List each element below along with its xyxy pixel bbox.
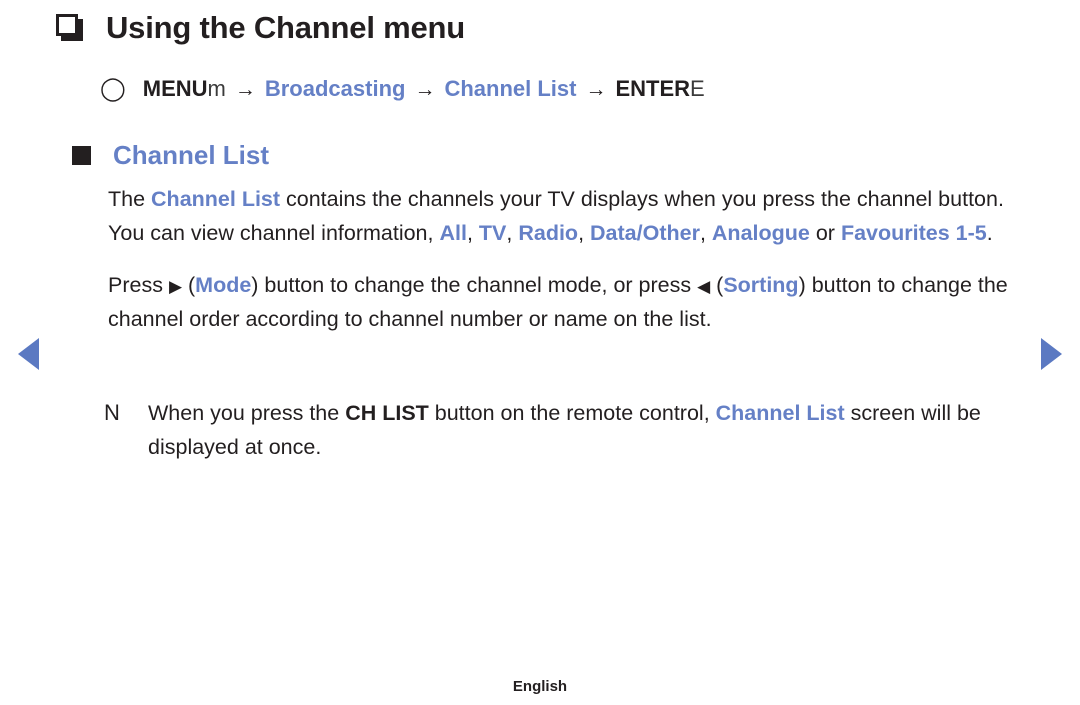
hollow-square-bullet-icon — [56, 11, 86, 45]
menu-path: ◯ MENU m → Broadcasting → Channel List → … — [100, 76, 705, 102]
paragraph-mode-sorting: Press ▶ (Mode) button to change the chan… — [108, 268, 1028, 336]
p1-accent-tv: TV — [478, 221, 507, 245]
p2-accent-mode: Mode — [195, 273, 252, 297]
p1-text-3: , — [466, 221, 479, 245]
menu-path-enter-symbol: E — [690, 76, 705, 101]
p2-text-1: Press — [108, 273, 169, 297]
p1-text-8: . — [986, 221, 993, 245]
note-text: When you press the CH LIST button on the… — [148, 396, 1034, 464]
body-content: The Channel List contains the channels y… — [108, 182, 1028, 336]
menu-path-step-broadcasting: Broadcasting — [264, 76, 406, 101]
note-text-1: When you press the — [148, 401, 346, 425]
menu-path-step-channel-list: Channel List — [444, 76, 577, 101]
menu-path-enter-label: ENTER — [615, 76, 691, 101]
p1-accent-data-other: Data/Other — [590, 221, 700, 245]
page-title-row: Using the Channel menu — [56, 10, 465, 46]
p1-text-5: , — [578, 221, 591, 245]
p1-text-6: , — [699, 221, 712, 245]
p2-text-3: ) button to change the channel mode, or … — [251, 273, 698, 297]
p1-text-1: The — [108, 187, 152, 211]
section-heading: Channel List — [113, 140, 270, 170]
note-text-2: button on the remote control, — [428, 401, 716, 425]
note-accent-channel-list: Channel List — [715, 401, 845, 425]
p1-accent-analogue: Analogue — [711, 221, 810, 245]
menu-path-arrow-3-icon: → — [585, 78, 607, 101]
triangle-right-inline-icon: ▶ — [168, 277, 183, 296]
triangle-left-icon[interactable] — [18, 338, 39, 370]
filled-square-bullet-icon — [72, 146, 91, 165]
p1-accent-all: All — [439, 221, 467, 245]
p2-text-2: ( — [182, 273, 196, 297]
paragraph-channel-list-description: The Channel List contains the channels y… — [108, 182, 1028, 250]
p1-accent-radio: Radio — [518, 221, 579, 245]
menu-path-arrow-1-icon: → — [234, 78, 256, 101]
circle-outline-icon: ◯ — [100, 75, 126, 101]
menu-path-menu-label: MENU — [142, 76, 208, 101]
page-title: Using the Channel menu — [106, 10, 466, 45]
p2-text-4: ( — [710, 273, 724, 297]
p1-text-4: , — [506, 221, 519, 245]
note-bold-ch-list: CH LIST — [345, 401, 429, 425]
section-heading-row: Channel List — [72, 140, 269, 171]
menu-path-arrow-2-icon: → — [414, 78, 436, 101]
menu-path-menu-symbol: m — [207, 76, 226, 101]
p2-accent-sorting: Sorting — [723, 273, 799, 297]
footer-language: English — [512, 678, 568, 695]
manual-page: Using the Channel menu ◯ MENU m → Broadca… — [0, 0, 1080, 705]
p1-accent-channel-list: Channel List — [151, 187, 281, 211]
triangle-right-icon[interactable] — [1041, 338, 1062, 370]
p1-text-7: or — [809, 221, 841, 245]
note-block: N When you press the CH LIST button on t… — [104, 396, 1034, 464]
triangle-left-inline-icon: ◀ — [697, 277, 711, 296]
p1-accent-favourites: Favourites 1-5 — [840, 221, 987, 245]
note-n-icon: N — [104, 400, 120, 425]
